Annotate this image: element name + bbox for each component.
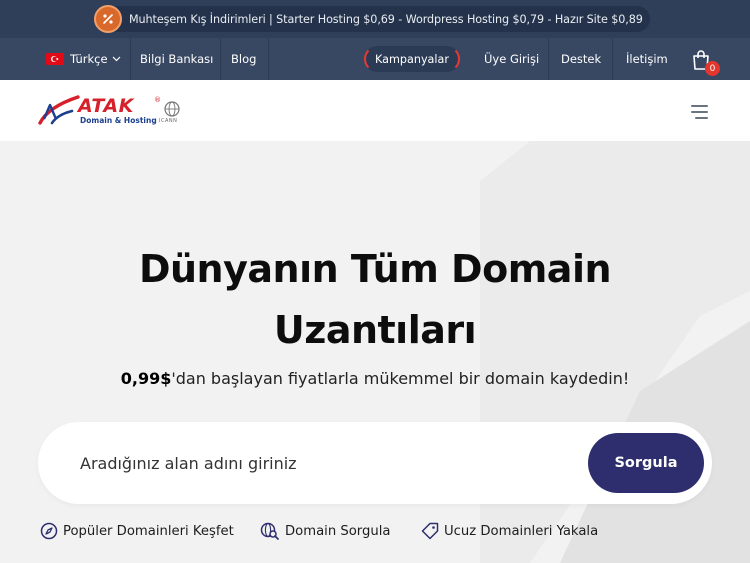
cart-button[interactable]: 0 [690,48,720,76]
hero-title-line-1: Dünyanın Tüm Domain [138,247,612,291]
language-label: Türkçe [70,52,108,66]
logo-swoosh-icon [38,95,80,125]
quick-link-label: Popüler Domainleri Keşfet [63,523,234,539]
nav-divider [268,38,269,80]
cart-count-badge: 0 [705,61,720,76]
atak-logo[interactable]: ATAK ® Domain & Hosting ICANN [38,93,188,129]
nav-divider [548,38,549,80]
hero-title: Dünyanın Tüm Domain Uzantıları [0,239,750,361]
quick-link-label: Domain Sorgula [285,523,391,539]
domain-search-form: Sorgula [38,422,712,504]
search-submit-button[interactable]: Sorgula [588,433,704,493]
logo-tagline: Domain & Hosting [80,116,157,125]
quick-link-cheap-domains[interactable]: Ucuz Domainleri Yakala [421,519,598,543]
nav-knowledge-base[interactable]: Bilgi Bankası [140,38,213,80]
hero-subtitle-text: 'dan başlayan fiyatlarla mükemmel bir do… [171,369,630,388]
hero-subtitle: 0,99$'dan başlayan fiyatlarla mükemmel b… [0,369,750,388]
promo-bar: Muhteşem Kış İndirimleri | Starter Hosti… [0,0,750,38]
nav-divider [612,38,613,80]
domain-search-input[interactable] [80,444,580,482]
logo-registered-mark: ® [154,96,161,104]
nav-divider [220,38,221,80]
nav-divider [130,38,131,80]
logo-wordmark: ATAK [78,95,134,117]
hero-price: 0,99$ [120,369,172,388]
nav-member-login[interactable]: Üye Girişi [484,38,539,80]
chevron-down-icon [112,56,120,62]
nav-contact[interactable]: İletişim [626,38,668,80]
tag-icon [421,522,439,540]
icann-label: ICANN [159,118,178,124]
promo-banner[interactable]: Muhteşem Kış İndirimleri | Starter Hosti… [94,5,650,33]
promo-text: Muhteşem Kış İndirimleri | Starter Hosti… [129,12,643,26]
turkey-flag-icon [46,53,64,65]
quick-link-popular-domains[interactable]: Popüler Domainleri Keşfet [40,519,234,543]
quick-link-domain-search[interactable]: Domain Sorgula [260,519,390,543]
compass-icon [40,522,58,540]
nav-support[interactable]: Destek [561,38,601,80]
hero-title-line-2: Uzantıları [273,308,477,352]
nav-blog[interactable]: Blog [231,38,256,80]
hero-section: Dünyanın Tüm Domain Uzantıları 0,99$'dan… [0,141,750,563]
campaigns-button[interactable]: Kampanyalar [364,46,460,72]
hamburger-menu-icon[interactable] [684,102,710,120]
badge-percent-icon [94,5,122,33]
quick-link-label: Ucuz Domainleri Yakala [444,523,599,539]
language-selector[interactable]: Türkçe [46,38,121,80]
site-header: ATAK ® Domain & Hosting ICANN [0,80,750,141]
globe-search-icon [260,522,279,540]
